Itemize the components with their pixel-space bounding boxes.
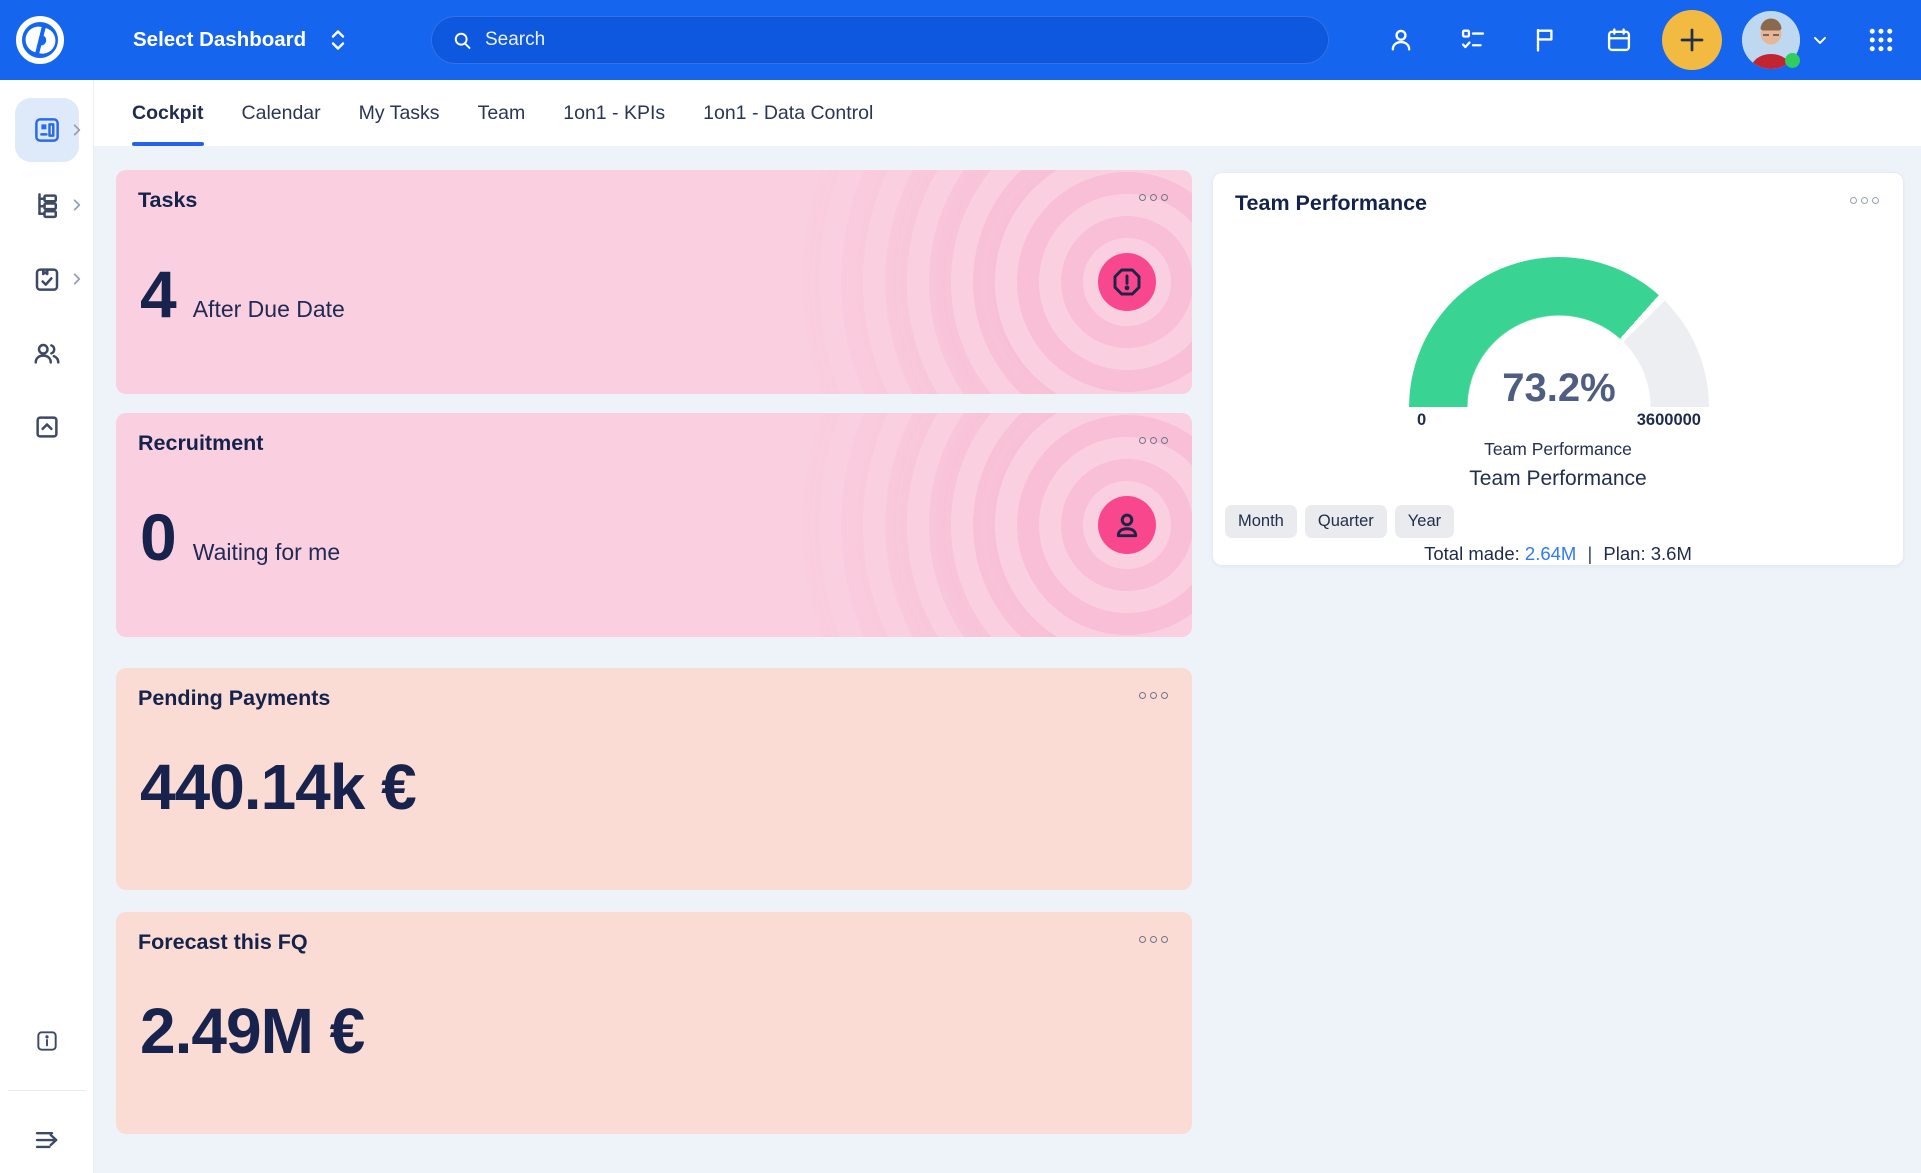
dashboard-selector-label: Select Dashboard	[133, 28, 306, 52]
recruitment-count: 0	[140, 501, 177, 574]
period-switcher: Month Quarter Year	[1225, 505, 1454, 538]
apps-grid-icon[interactable]	[1864, 0, 1898, 80]
tasks-checklist-icon[interactable]	[1456, 0, 1490, 80]
left-sidebar	[0, 80, 94, 1173]
widget-title: Pending Payments	[138, 686, 330, 711]
widget-title: Recruitment	[138, 431, 263, 456]
sidebar-item-people[interactable]	[0, 321, 94, 385]
gauge-max-label: 3600000	[1637, 411, 1701, 430]
total-made-value-link[interactable]: 2.64M	[1525, 543, 1576, 564]
forecast-widget: Forecast this FQ 2.49M €	[116, 912, 1192, 1134]
chevron-right-icon	[70, 123, 84, 137]
app-window: Select Dashboard	[0, 0, 1921, 1173]
tab-1on1-data-control[interactable]: 1on1 - Data Control	[703, 80, 873, 146]
tab-calendar[interactable]: Calendar	[242, 80, 321, 146]
hierarchy-icon	[32, 190, 62, 220]
sidebar-item-checkins[interactable]	[0, 247, 94, 311]
search-icon	[452, 30, 473, 51]
gauge-chart: 73.2%	[1409, 257, 1709, 407]
sidebar-item-structure[interactable]	[0, 173, 94, 237]
recruitment-count-label: Waiting for me	[193, 539, 340, 566]
sidebar-expand-button[interactable]	[0, 1108, 94, 1172]
widget-title: Tasks	[138, 188, 197, 213]
alert-octagon-icon	[1111, 266, 1143, 298]
tab-1on1-kpis[interactable]: 1on1 - KPIs	[563, 80, 665, 146]
sidebar-item-info[interactable]	[0, 1009, 94, 1073]
dashboard-tabs: Cockpit Calendar My Tasks Team 1on1 - KP…	[94, 80, 1921, 146]
person-icon	[1111, 509, 1143, 541]
chart-title: Team Performance	[1213, 467, 1903, 491]
period-quarter-button[interactable]: Quarter	[1305, 505, 1387, 538]
box-chevron-up-icon	[32, 412, 62, 442]
more-options-icon[interactable]	[1139, 437, 1168, 444]
flag-icon[interactable]	[1528, 0, 1562, 80]
plus-icon	[1677, 25, 1707, 55]
more-options-icon[interactable]	[1139, 194, 1168, 201]
forecast-value: 2.49M €	[140, 994, 364, 1068]
widget-title: Forecast this FQ	[138, 930, 308, 955]
top-bar: Select Dashboard	[0, 0, 1921, 80]
gauge-series-label: Team Performance	[1213, 439, 1903, 460]
sidebar-divider	[8, 1090, 86, 1091]
search-input[interactable]	[485, 29, 1265, 51]
totals-line: Total made: 2.64M | Plan: 3.6M	[1213, 543, 1903, 565]
app-logo-icon[interactable]	[13, 13, 67, 67]
clipboard-check-icon	[32, 264, 62, 294]
more-options-icon[interactable]	[1139, 936, 1168, 943]
gauge-min-label: 0	[1417, 411, 1426, 430]
gauge-axis-labels: 0 3600000	[1409, 411, 1709, 430]
chevron-right-icon	[70, 272, 84, 286]
select-chevrons-icon	[328, 28, 348, 52]
tab-cockpit[interactable]: Cockpit	[132, 80, 204, 146]
search-bar[interactable]	[431, 16, 1329, 64]
tasks-count: 4	[140, 258, 177, 331]
dashboard-selector[interactable]: Select Dashboard	[133, 0, 348, 80]
gauge-value: 73.2%	[1409, 366, 1709, 411]
users-icon	[32, 338, 62, 368]
period-year-button[interactable]: Year	[1395, 505, 1454, 538]
team-performance-widget: Team Performance 73.2% 0 3600000 Team Pe…	[1212, 172, 1904, 566]
more-options-icon[interactable]	[1850, 197, 1879, 204]
online-status-dot	[1785, 53, 1800, 68]
info-icon	[34, 1028, 60, 1054]
chevron-right-icon	[70, 198, 84, 212]
profile-icon[interactable]	[1384, 0, 1418, 80]
calendar-icon[interactable]	[1602, 0, 1636, 80]
sidebar-item-archive[interactable]	[0, 395, 94, 459]
candidate-badge	[1098, 496, 1156, 554]
recruitment-widget: Recruitment 0 Waiting for me	[116, 413, 1192, 637]
tab-team[interactable]: Team	[478, 80, 526, 146]
pending-payments-widget: Pending Payments 440.14k €	[116, 668, 1192, 890]
pending-payments-value: 440.14k €	[140, 750, 416, 824]
total-made-label: Total made:	[1424, 543, 1520, 564]
tasks-count-label: After Due Date	[193, 296, 345, 323]
period-month-button[interactable]: Month	[1225, 505, 1297, 538]
add-new-button[interactable]	[1662, 10, 1722, 70]
dashboard-content: Tasks 4 After Due Date Recruitment 0 Wai…	[94, 146, 1921, 1173]
expand-arrow-icon	[32, 1125, 62, 1155]
more-options-icon[interactable]	[1139, 692, 1168, 699]
avatar-chevron-down-icon[interactable]	[1806, 0, 1834, 80]
tab-my-tasks[interactable]: My Tasks	[359, 80, 440, 146]
plan-value: Plan: 3.6M	[1603, 543, 1691, 564]
widget-title: Team Performance	[1235, 191, 1427, 216]
tasks-widget: Tasks 4 After Due Date	[116, 170, 1192, 394]
alert-badge	[1098, 253, 1156, 311]
totals-separator: |	[1581, 543, 1598, 564]
sidebar-item-dashboards[interactable]	[0, 98, 94, 162]
dashboard-icon	[32, 115, 62, 145]
